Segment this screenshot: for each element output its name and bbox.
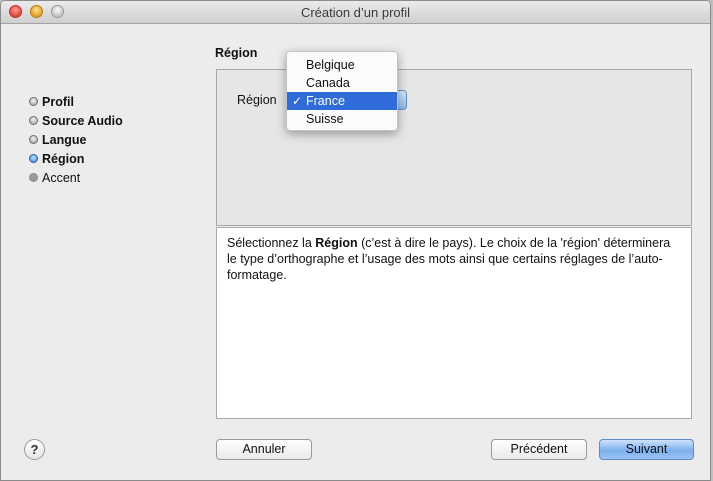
help-button[interactable]: ? bbox=[24, 439, 45, 460]
title-bar[interactable]: Création d’un profil bbox=[1, 1, 710, 24]
previous-button[interactable]: Précédent bbox=[491, 439, 587, 460]
step-current-dot-icon bbox=[29, 154, 38, 163]
region-field-label: Région bbox=[237, 93, 277, 107]
profile-creation-window: Création d’un profil Profil Source Audio… bbox=[0, 0, 711, 481]
step-label: Région bbox=[42, 151, 85, 166]
step-done-dot-icon bbox=[29, 135, 38, 144]
step-profil: Profil bbox=[29, 92, 123, 111]
step-accent: Accent bbox=[29, 168, 123, 187]
step-region: Région bbox=[29, 149, 123, 168]
wizard-steps-list: Profil Source Audio Langue Région Accent bbox=[29, 92, 123, 187]
step-label: Source Audio bbox=[42, 113, 123, 128]
step-label: Langue bbox=[42, 132, 87, 147]
step-done-dot-icon bbox=[29, 97, 38, 106]
section-title: Région bbox=[215, 46, 258, 60]
menu-item-france[interactable]: ✓ France bbox=[287, 92, 397, 110]
step-langue: Langue bbox=[29, 130, 123, 149]
step-label: Profil bbox=[42, 94, 74, 109]
menu-item-suisse[interactable]: Suisse bbox=[287, 110, 397, 128]
region-dropdown-menu: Belgique Canada ✓ France Suisse bbox=[286, 51, 398, 131]
menu-item-belgique[interactable]: Belgique bbox=[287, 56, 397, 74]
menu-item-canada[interactable]: Canada bbox=[287, 74, 397, 92]
step-source-audio: Source Audio bbox=[29, 111, 123, 130]
step-todo-dot-icon bbox=[29, 173, 38, 182]
next-button[interactable]: Suivant bbox=[599, 439, 694, 460]
window-title: Création d’un profil bbox=[300, 5, 411, 20]
step-done-dot-icon bbox=[29, 116, 38, 125]
cancel-button[interactable]: Annuler bbox=[216, 439, 312, 460]
checkmark-icon: ✓ bbox=[292, 94, 303, 108]
step-label: Accent bbox=[42, 170, 81, 185]
description-text-area: Sélectionnez la Région (c’est à dire le … bbox=[216, 227, 692, 419]
region-popup-button[interactable] bbox=[397, 90, 407, 110]
